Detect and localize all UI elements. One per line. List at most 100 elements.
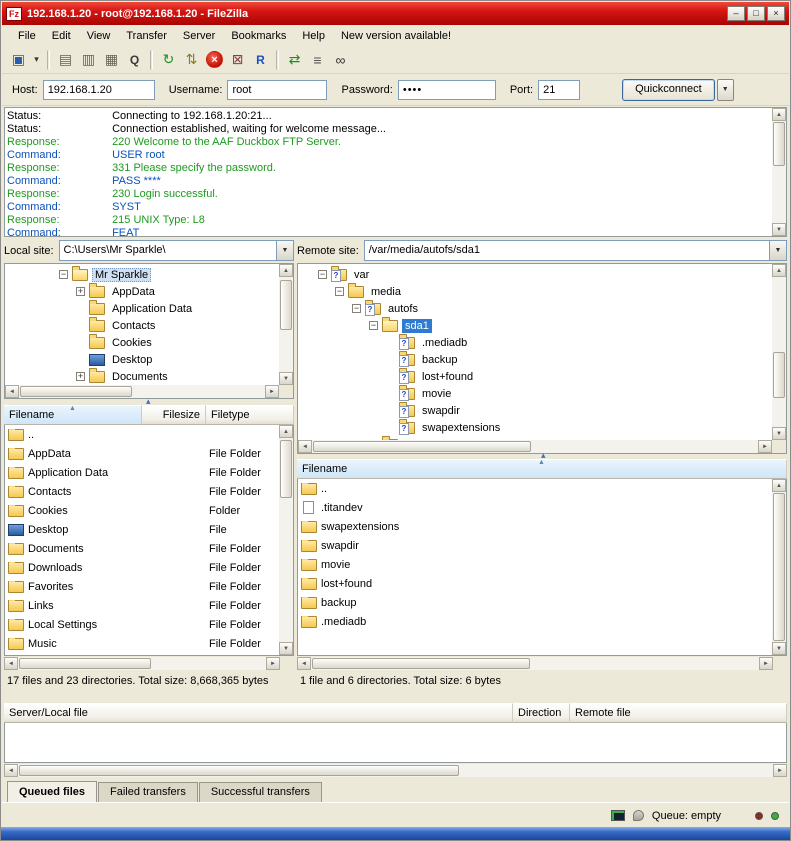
scroll-up-icon[interactable]: ▲	[772, 108, 786, 121]
quickconnect-button[interactable]: Quickconnect	[622, 79, 715, 101]
scrollbar-thumb[interactable]	[312, 658, 530, 669]
tree-expander-icon[interactable]: +	[76, 287, 85, 296]
toggle-queue-button[interactable]: Q	[123, 48, 146, 71]
toggle-remote-tree-button[interactable]: ▦	[100, 48, 123, 71]
password-input[interactable]: ••••	[398, 80, 496, 100]
find-files-button[interactable]: ∞	[329, 48, 352, 71]
process-queue-button[interactable]: ⇅	[180, 48, 203, 71]
maximize-button[interactable]: □	[747, 6, 765, 21]
site-manager-button[interactable]: ▣	[7, 48, 30, 71]
scroll-left-icon[interactable]: ◄	[4, 764, 18, 777]
ear-icon[interactable]	[633, 810, 644, 821]
scroll-right-icon[interactable]: ►	[266, 657, 280, 670]
scroll-down-icon[interactable]: ▼	[279, 372, 293, 385]
remote-file-row[interactable]: lost+found	[298, 574, 786, 593]
scroll-right-icon[interactable]: ►	[758, 440, 772, 453]
remote-site-path[interactable]: /var/media/autofs/sda1	[365, 241, 769, 260]
host-input[interactable]: 192.168.1.20	[43, 80, 155, 100]
scroll-left-icon[interactable]: ◄	[298, 440, 312, 453]
local-file-row[interactable]: Links File Folder	[5, 596, 293, 615]
queue-hscrollbar[interactable]: ◄ ►	[4, 764, 787, 777]
remote-tree-item[interactable]: − var	[298, 266, 772, 283]
minimize-button[interactable]: –	[727, 6, 745, 21]
scroll-up-icon[interactable]: ▲	[279, 425, 293, 438]
tree-expander-icon[interactable]: −	[335, 287, 344, 296]
scroll-right-icon[interactable]: ►	[265, 385, 279, 398]
disconnect-button[interactable]: ⊠	[226, 48, 249, 71]
scroll-left-icon[interactable]: ◄	[297, 657, 311, 670]
scroll-left-icon[interactable]: ◄	[4, 657, 18, 670]
remote-file-row[interactable]: swapextensions	[298, 517, 786, 536]
remote-tree-item[interactable]: backup	[298, 351, 772, 368]
close-button[interactable]: ×	[767, 6, 785, 21]
toggle-local-tree-button[interactable]: ▥	[77, 48, 100, 71]
remote-site-combobox[interactable]: /var/media/autofs/sda1 ▼	[364, 240, 787, 261]
scrollbar-thumb[interactable]	[280, 440, 292, 498]
remote-file-row[interactable]: ..	[298, 479, 786, 498]
scroll-down-icon[interactable]: ▼	[772, 642, 786, 655]
remote-list-hscrollbar[interactable]: ◄ ►	[297, 657, 773, 670]
tree-expander-icon[interactable]: +	[76, 372, 85, 381]
remote-tree-item[interactable]: swapdir	[298, 402, 772, 419]
scrollbar-thumb[interactable]	[313, 441, 531, 452]
scroll-up-icon[interactable]: ▲	[279, 264, 293, 277]
directory-comparison-button[interactable]: ≡	[306, 48, 329, 71]
remote-file-row[interactable]: movie	[298, 555, 786, 574]
menu-item[interactable]: Help	[294, 27, 333, 45]
scroll-down-icon[interactable]: ▼	[279, 642, 293, 655]
server-local-file-column-header[interactable]: Server/Local file	[4, 703, 513, 723]
scrollbar-thumb[interactable]	[20, 386, 132, 397]
transfer-queue-list[interactable]	[4, 723, 787, 763]
tree-expander-icon[interactable]: −	[59, 270, 68, 279]
menu-item[interactable]: View	[79, 27, 119, 45]
splitter-grip-icon[interactable]: ▴	[541, 452, 546, 459]
toggle-message-log-button[interactable]: ▤	[54, 48, 77, 71]
remote-file-row[interactable]: .mediadb	[298, 612, 786, 631]
remote-list-vscrollbar[interactable]: ▲ ▼	[772, 479, 786, 655]
filetype-column-header[interactable]: Filetype	[206, 405, 294, 425]
local-site-combobox[interactable]: C:\Users\Mr Sparkle\ ▼	[59, 240, 294, 261]
log-scrollbar[interactable]: ▲ ▼	[772, 108, 786, 236]
local-tree-hscrollbar[interactable]: ◄ ►	[5, 385, 279, 398]
scroll-down-icon[interactable]: ▼	[772, 427, 786, 440]
synchronized-browsing-button[interactable]: ⇄	[283, 48, 306, 71]
tree-expander-icon[interactable]: −	[318, 270, 327, 279]
remote-tree-item[interactable]: swapextensions	[298, 419, 772, 436]
menu-item[interactable]: File	[10, 27, 44, 45]
remote-file-row[interactable]: swapdir	[298, 536, 786, 555]
queue-tab[interactable]: Queued files	[7, 781, 97, 802]
local-file-row[interactable]: Local Settings File Folder	[5, 615, 293, 634]
local-file-row[interactable]: Downloads File Folder	[5, 558, 293, 577]
local-tree-item[interactable]: Desktop	[5, 351, 279, 368]
remote-tree-item[interactable]: .mediadb	[298, 334, 772, 351]
reconnect-button[interactable]: R	[249, 48, 272, 71]
scrollbar-thumb[interactable]	[280, 280, 292, 330]
remote-file-row[interactable]: .titandev	[298, 498, 786, 517]
local-file-row[interactable]: Documents File Folder	[5, 539, 293, 558]
quickconnect-dropdown-arrow[interactable]: ▼	[717, 79, 734, 101]
username-input[interactable]: root	[227, 80, 327, 100]
local-tree-item[interactable]: Application Data	[5, 300, 279, 317]
remote-tree-item[interactable]: − sda1	[298, 317, 772, 334]
local-list-hscrollbar[interactable]: ◄ ►	[4, 657, 280, 670]
menu-item[interactable]: New version available!	[333, 27, 459, 45]
menu-item[interactable]: Bookmarks	[223, 27, 294, 45]
remote-tree-item[interactable]: movie	[298, 385, 772, 402]
remote-file-row[interactable]: backup	[298, 593, 786, 612]
scroll-right-icon[interactable]: ►	[759, 657, 773, 670]
local-tree-item[interactable]: + Documents	[5, 368, 279, 385]
local-file-row[interactable]: Application Data File Folder	[5, 463, 293, 482]
local-tree-item[interactable]: − Mr Sparkle	[5, 266, 279, 283]
scrollbar-thumb[interactable]	[773, 493, 785, 641]
local-site-path[interactable]: C:\Users\Mr Sparkle\	[60, 241, 276, 260]
chevron-down-icon[interactable]: ▼	[276, 241, 293, 260]
monitor-icon[interactable]	[611, 810, 625, 821]
local-file-row[interactable]: AppData File Folder	[5, 444, 293, 463]
remote-tree-hscrollbar[interactable]: ◄ ►	[298, 440, 772, 453]
local-file-row[interactable]: Music File Folder	[5, 634, 293, 653]
scrollbar-thumb[interactable]	[773, 352, 785, 398]
scroll-down-icon[interactable]: ▼	[772, 223, 786, 236]
local-file-row[interactable]: Favorites File Folder	[5, 577, 293, 596]
direction-column-header[interactable]: Direction	[513, 703, 570, 723]
titlebar[interactable]: Fz 192.168.1.20 - root@192.168.1.20 - Fi…	[2, 2, 789, 25]
